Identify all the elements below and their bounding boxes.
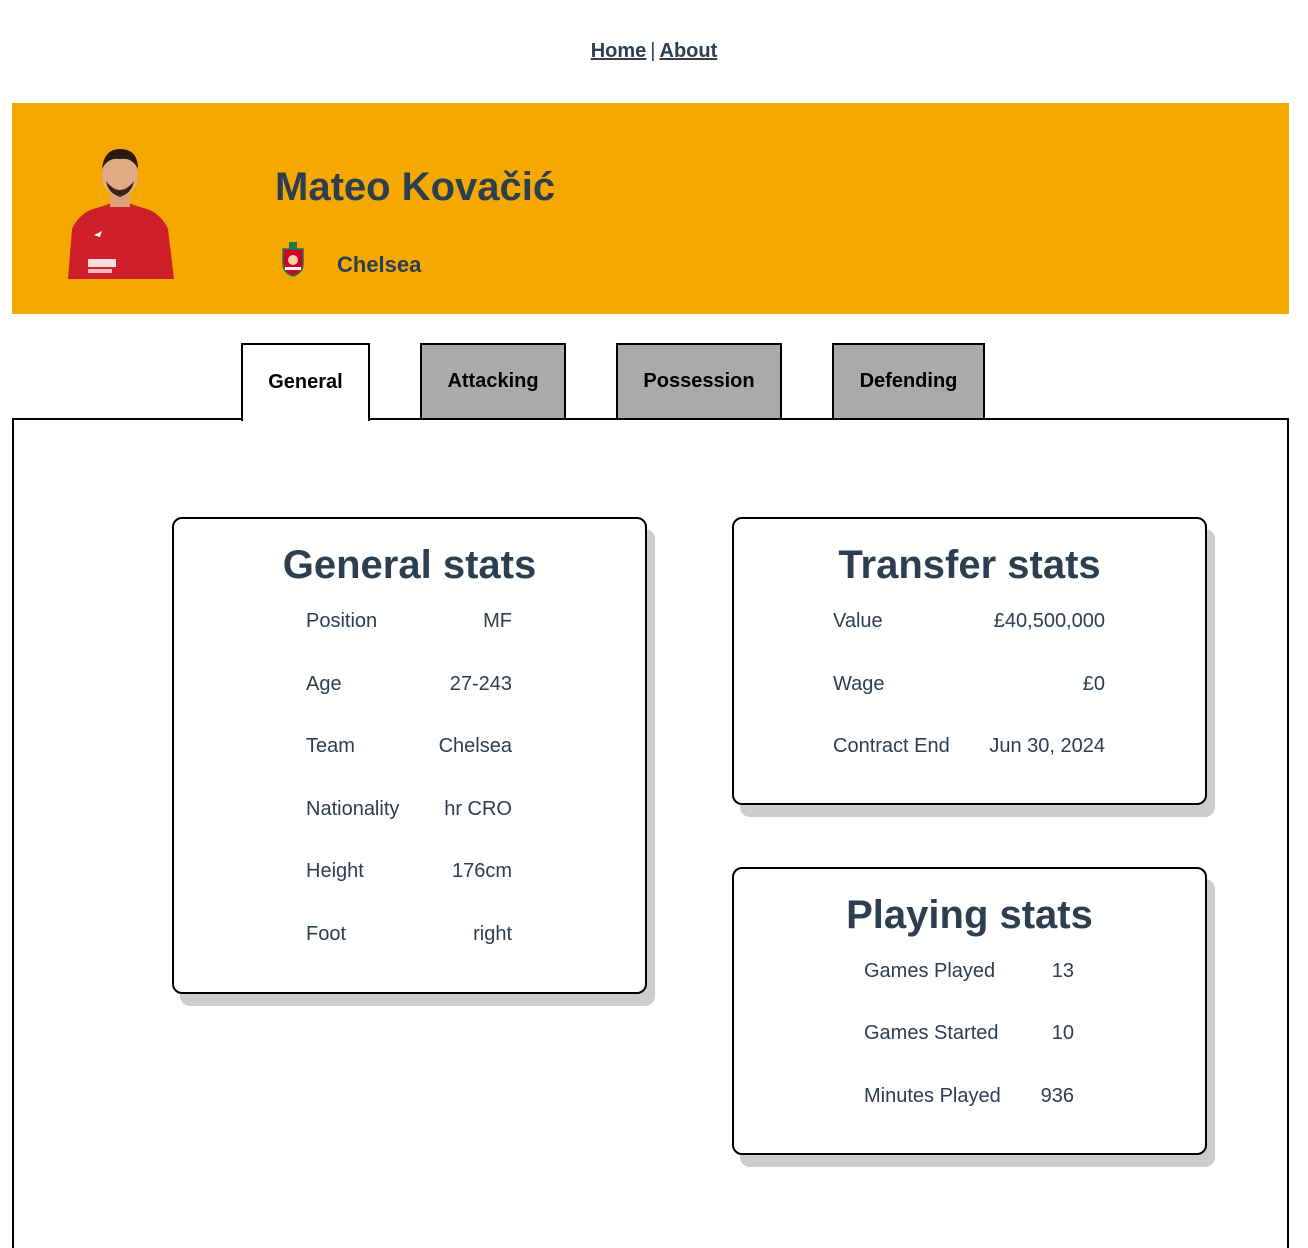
stat-label: Value	[833, 610, 883, 632]
playing-stats-card: Playing stats Games Played 13 Games Star…	[732, 867, 1207, 1155]
stat-row: Nationality hr CRO	[306, 798, 512, 822]
stat-row: Position MF	[306, 610, 512, 634]
club-name: Chelsea	[337, 252, 422, 277]
nav-separator: |	[650, 40, 656, 62]
transfer-stats-title: Transfer stats	[838, 543, 1101, 587]
stat-value: 936	[1040, 1085, 1074, 1107]
stat-label: Minutes Played	[864, 1085, 1001, 1107]
tab-defending[interactable]: Defending	[832, 343, 985, 419]
tab-panel: General stats Position MF Age 27-243 Tea…	[12, 418, 1289, 1248]
stat-value: 13	[1051, 960, 1074, 982]
stat-label: Games Played	[864, 960, 996, 982]
tab-defending-label: Defending	[859, 369, 958, 392]
tab-general[interactable]: General	[241, 343, 370, 421]
general-stats-title: General stats	[282, 543, 537, 587]
stat-value: 27-243	[449, 673, 512, 695]
stat-label: Height	[306, 860, 364, 882]
stat-row: Contract End Jun 30, 2024	[833, 735, 1105, 759]
tab-possession-label: Possession	[643, 369, 755, 392]
transfer-stats-card: Transfer stats Value £40,500,000 Wage £0…	[732, 517, 1207, 805]
stat-row: Minutes Played 936	[864, 1085, 1074, 1109]
stat-row: Wage £0	[833, 673, 1105, 697]
stat-value: Chelsea	[438, 735, 512, 757]
stat-label: Wage	[833, 673, 885, 695]
stat-row: Height 176cm	[306, 860, 512, 884]
stat-value: 10	[1051, 1022, 1074, 1044]
stat-value: £0	[1082, 673, 1105, 695]
player-photo	[60, 141, 180, 279]
stat-label: Contract End	[833, 735, 950, 757]
stat-label: Games Started	[864, 1022, 999, 1044]
stat-row: Value £40,500,000	[833, 610, 1105, 634]
stat-value: 176cm	[451, 860, 512, 882]
stat-label: Foot	[306, 923, 347, 945]
tab-possession[interactable]: Possession	[616, 343, 782, 419]
stat-label: Age	[306, 673, 342, 695]
home-link[interactable]: Home	[591, 40, 647, 62]
tab-attacking[interactable]: Attacking	[420, 343, 566, 419]
stat-row: Games Played 13	[864, 960, 1074, 984]
stat-row: Games Started 10	[864, 1022, 1074, 1046]
playing-stats-title: Playing stats	[846, 893, 1093, 937]
stat-value: right	[473, 923, 512, 945]
stat-label: Team	[306, 735, 355, 757]
stat-label: Nationality	[306, 798, 400, 820]
player-banner: Mateo Kovačić Chelsea	[12, 103, 1289, 314]
stat-row: Foot right	[306, 923, 512, 947]
general-stats-card: General stats Position MF Age 27-243 Tea…	[172, 517, 647, 994]
tab-general-label: General	[268, 370, 343, 393]
player-name: Mateo Kovačić	[275, 165, 556, 209]
stat-row: Age 27-243	[306, 673, 512, 697]
stat-row: Team Chelsea	[306, 735, 512, 759]
stat-value: Jun 30, 2024	[989, 735, 1105, 757]
about-link[interactable]: About	[660, 40, 718, 62]
stat-value: £40,500,000	[993, 610, 1105, 632]
stat-value: hr CRO	[444, 798, 512, 820]
stat-value: MF	[483, 610, 512, 632]
club-crest-icon	[282, 242, 304, 277]
stat-label: Position	[306, 610, 378, 632]
top-nav: Home | About	[0, 40, 1308, 63]
tab-attacking-label: Attacking	[447, 369, 539, 392]
